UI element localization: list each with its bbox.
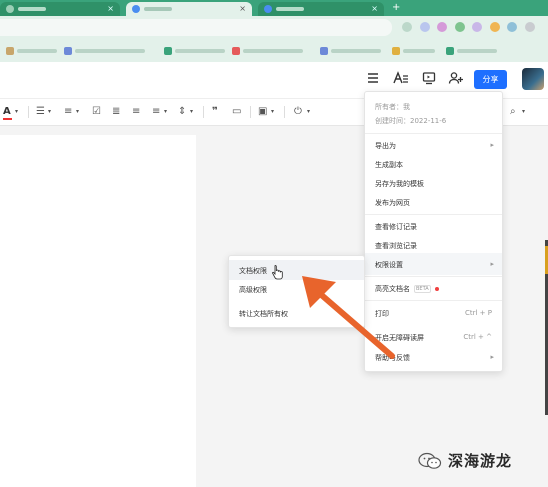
close-icon[interactable]: × [239,4,246,14]
extension-icon[interactable] [454,22,465,32]
annotation-arrow-icon [302,276,395,359]
bookmark-item[interactable] [6,46,57,56]
chevron-down-icon[interactable]: ▾ [76,106,79,118]
checklist-icon[interactable]: ☑ [92,106,101,118]
extension-icons [402,22,540,34]
bullet-list-icon[interactable]: ☰ [36,106,45,118]
created-time: 创建时间：2022-11-6 [375,117,447,125]
address-bar-row [0,16,548,40]
comment-icon[interactable]: ▭ [232,106,241,118]
bookmark-item[interactable] [320,46,381,56]
tab-favicon-icon [6,5,14,13]
share-button[interactable]: 分享 [474,70,507,89]
bookmark-item[interactable] [232,46,303,56]
extension-icon[interactable] [507,22,518,32]
submenu-item-doc-permission[interactable]: 文档权限 [239,266,267,276]
browser-tab-bar: × × × + [0,0,548,16]
extension-icon[interactable] [402,22,412,32]
menu-item-publish-web[interactable]: 发布为网页 [375,198,410,208]
chevron-down-icon[interactable]: ▾ [307,106,310,118]
tab-favicon-icon [264,5,272,13]
bookmark-item[interactable] [164,46,225,56]
bookmark-item[interactable] [446,46,497,56]
accessible-shortcut: Ctrl + ^ [463,333,492,341]
menu-item-export[interactable]: 导出为 [375,141,396,151]
bookmark-item[interactable] [64,46,145,56]
close-icon[interactable]: × [371,4,378,14]
paragraph-spacing-icon[interactable]: ⇕ [178,106,186,118]
avatar[interactable] [522,68,544,90]
quote-icon[interactable]: ❞ [212,106,218,118]
extension-icon[interactable] [437,22,448,32]
menu-item-view-revisions[interactable]: 查看修订记录 [375,222,417,232]
indent-icon[interactable]: ≣ [112,106,120,118]
numbered-list-icon[interactable]: ≡ [64,106,72,118]
watermark-text: 深海游龙 [448,452,513,470]
chevron-right-icon: ▸ [490,260,494,268]
font-icon[interactable] [392,71,410,89]
extension-icon[interactable] [472,22,483,32]
align-icon[interactable]: ≡ [132,106,140,118]
chevron-down-icon[interactable]: ▾ [164,106,167,118]
search-icon[interactable]: ⌕ [510,106,516,118]
browser-tab[interactable]: × [0,2,120,16]
menu-item-view-browse[interactable]: 查看浏览记录 [375,241,417,251]
browser-tab-active[interactable]: × [126,2,252,16]
add-user-icon[interactable] [447,71,465,89]
new-tab-icon[interactable]: + [392,2,400,13]
address-input[interactable] [0,19,392,36]
beta-badge: BETA [414,285,431,293]
extension-icon[interactable] [419,22,430,32]
font-color-icon[interactable]: A [3,106,12,120]
tab-favicon-icon [132,5,140,13]
print-shortcut: Ctrl + P [465,309,492,317]
insert-icon[interactable]: ▣ [258,106,267,118]
notification-dot [434,287,439,291]
chevron-down-icon[interactable]: ▾ [522,106,525,118]
chevron-right-icon: ▸ [490,141,494,149]
owner-info: 所有者：我 [375,103,410,111]
bookmark-item[interactable] [392,46,435,56]
chevron-down-icon[interactable]: ▾ [15,106,18,118]
menu-icon[interactable] [364,71,382,89]
present-icon[interactable] [420,71,438,89]
chevron-down-icon[interactable]: ▾ [48,106,51,118]
profile-icon[interactable] [524,22,535,32]
browser-tab[interactable]: × [258,2,384,16]
bookmarks-bar [0,40,548,63]
menu-item-create-copy[interactable]: 生成副本 [375,160,403,170]
chevron-down-icon[interactable]: ▾ [190,106,193,118]
wechat-icon [418,452,442,469]
close-icon[interactable]: × [107,4,114,14]
chevron-down-icon[interactable]: ▾ [271,106,274,118]
plugin-icon[interactable]: ⏻ [294,106,302,118]
submenu-item-advanced-permission[interactable]: 高级权限 [239,285,267,295]
menu-item-save-template[interactable]: 另存为我的模板 [375,179,424,189]
hand-cursor-icon [272,265,284,283]
document-page[interactable] [0,135,196,487]
line-spacing-icon[interactable]: ≡ [152,106,160,118]
extension-icon[interactable] [489,22,500,32]
chevron-right-icon: ▸ [490,353,494,361]
